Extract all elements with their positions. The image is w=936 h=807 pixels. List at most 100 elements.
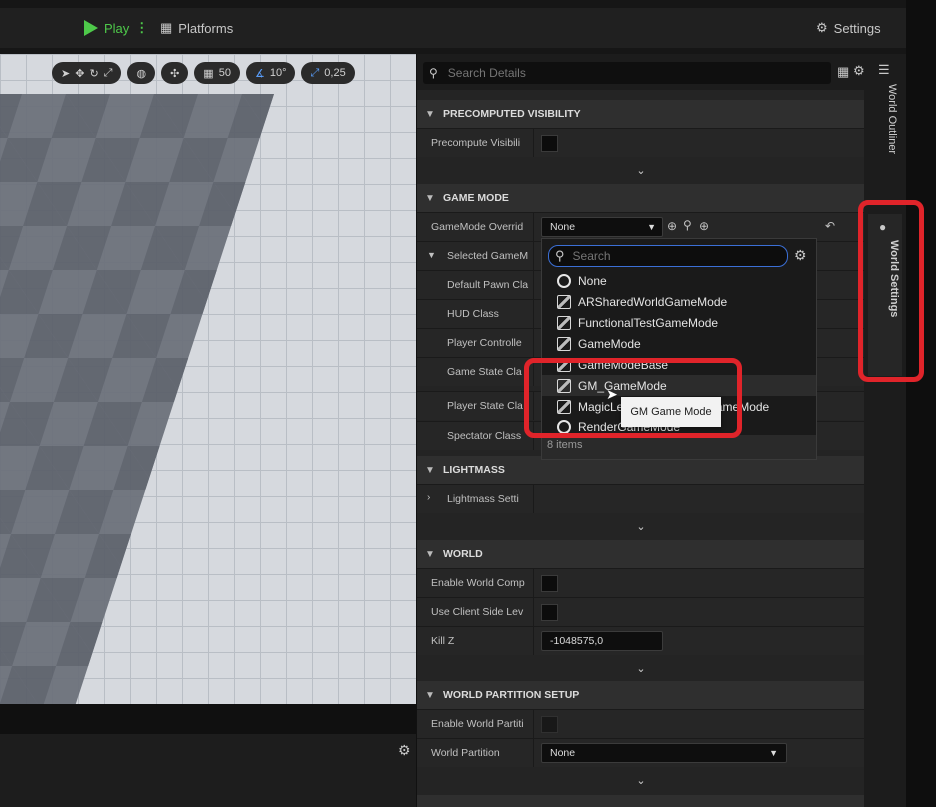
- section-game-mode[interactable]: ▼ GAME MODE: [417, 184, 865, 212]
- row-lightmass-settings[interactable]: › Lightmass Setti: [417, 484, 865, 513]
- blueprint-icon: [557, 315, 571, 330]
- combo-value: None: [550, 221, 576, 233]
- section-title: WORLD PARTITION SETUP: [443, 689, 580, 701]
- use-client-side-checkbox[interactable]: [541, 604, 558, 621]
- row-label: Default Pawn Cla: [447, 279, 529, 291]
- chevron-down-icon: ▼: [647, 222, 656, 232]
- reset-icon[interactable]: ↶: [825, 219, 835, 233]
- scale-icon[interactable]: ⤢: [104, 67, 113, 80]
- scale-snap[interactable]: ⤢ 0,25: [301, 62, 355, 84]
- advanced-expander[interactable]: ⌄: [417, 513, 865, 541]
- globe-icon: ◍: [136, 67, 147, 80]
- play-button[interactable]: Play ⋮: [84, 20, 148, 36]
- enable-world-partition-checkbox[interactable]: [541, 716, 558, 733]
- row-label: Selected GameM: [447, 250, 529, 262]
- world-outliner-tab[interactable]: World Outliner: [872, 84, 898, 214]
- dropdown-item[interactable]: FunctionalTestGameMode: [542, 312, 816, 333]
- side-tab-strip: ☰ World Outliner ● World Settings: [864, 54, 906, 807]
- section-precomputed-visibility[interactable]: ▼ PRECOMPUTED VISIBILITY: [417, 100, 865, 128]
- details-settings-icon[interactable]: ⚙: [853, 63, 865, 79]
- row-label: Precompute Visibili: [431, 137, 521, 149]
- details-search-input[interactable]: [445, 65, 810, 81]
- combo-value: None: [550, 747, 576, 759]
- dropdown-settings-icon[interactable]: ⚙: [794, 247, 807, 264]
- angle-icon: ∡: [254, 67, 265, 80]
- table-view-icon[interactable]: ▦: [837, 64, 849, 80]
- grid-icon: ▦: [203, 67, 214, 80]
- viewport-bottom-strip: [0, 704, 416, 734]
- details-search-box[interactable]: ⚲: [423, 62, 831, 84]
- rotation-snap[interactable]: ∡ 10°: [245, 62, 296, 84]
- row-label: GameMode Overrid: [431, 221, 524, 233]
- dropdown-item[interactable]: GameMode: [542, 333, 816, 354]
- settings-label: Settings: [833, 20, 881, 36]
- dropdown-item[interactable]: ARSharedWorldGameMode: [542, 291, 816, 312]
- section-physics-partial: [417, 795, 865, 807]
- gamemode-override-combo[interactable]: None ▼: [541, 217, 663, 237]
- item-label: FunctionalTestGameMode: [578, 315, 719, 330]
- section-title: PRECOMPUTED VISIBILITY: [443, 108, 581, 120]
- chevron-right-icon: ›: [427, 492, 431, 503]
- chevron-down-icon: ▼: [425, 548, 435, 560]
- platforms-button[interactable]: ▦ Platforms: [160, 20, 233, 36]
- settings-button[interactable]: ⚙ Settings: [816, 20, 881, 36]
- advanced-expander[interactable]: ⌄: [417, 767, 865, 795]
- world-partition-combo[interactable]: None ▼: [541, 743, 787, 763]
- item-label: ARSharedWorldGameMode: [578, 294, 728, 309]
- kill-z-input[interactable]: -1048575,0: [541, 631, 663, 651]
- play-options-icon[interactable]: ⋮: [135, 20, 148, 36]
- browse-icon[interactable]: ⚲: [683, 218, 692, 232]
- grid-snap-value: 50: [218, 67, 231, 79]
- select-icon[interactable]: ➤: [61, 67, 70, 80]
- gear-icon: ⚙: [816, 20, 828, 35]
- circle-icon: [557, 273, 571, 288]
- viewport-toolbar: ➤ ✥ ↻ ⤢ ◍ ✣ ▦ 50 ∡ 10° ⤢ 0,25: [52, 62, 355, 84]
- transform-tools[interactable]: ➤ ✥ ↻ ⤢: [52, 62, 122, 84]
- add-new-icon[interactable]: ⊕: [699, 219, 709, 233]
- dropdown-search-box[interactable]: ⚲: [548, 245, 788, 267]
- chevron-down-icon: ▼: [427, 250, 436, 260]
- world-local-toggle[interactable]: ◍: [127, 62, 156, 84]
- section-title: LIGHTMASS: [443, 464, 505, 476]
- bottom-gear-icon[interactable]: ⚙: [398, 742, 411, 759]
- dropdown-item-count: 8 items: [542, 435, 816, 459]
- grid-snap[interactable]: ▦ 50: [194, 62, 240, 84]
- row-label: World Partition: [431, 747, 500, 759]
- chevron-down-icon: ▼: [425, 464, 435, 476]
- enable-world-comp-checkbox[interactable]: [541, 575, 558, 592]
- advanced-expander[interactable]: ⌄: [417, 157, 865, 185]
- row-kill-z: Kill Z -1048575,0: [417, 626, 865, 655]
- blueprint-icon: [557, 294, 571, 309]
- main-toolbar: Play ⋮ ▦ Platforms ⚙ Settings: [0, 0, 936, 54]
- play-label: Play: [104, 20, 130, 36]
- dropdown-item[interactable]: None: [542, 270, 816, 291]
- row-label: Use Client Side Lev: [431, 606, 524, 618]
- section-title: GAME MODE: [443, 192, 509, 204]
- platforms-icon: ▦: [160, 20, 173, 35]
- dropdown-search-input[interactable]: [570, 248, 775, 264]
- row-gamemode-override: GameMode Overrid None ▼ ⊕ ⚲ ⊕ ↶: [417, 212, 865, 241]
- search-icon: ⚲: [555, 248, 565, 263]
- precompute-visibility-checkbox[interactable]: [541, 135, 558, 152]
- section-lightmass[interactable]: ▼ LIGHTMASS: [417, 456, 865, 484]
- surface-snap-toggle[interactable]: ✣: [161, 62, 189, 84]
- row-label: HUD Class: [447, 308, 499, 320]
- level-viewport[interactable]: ➤ ✥ ↻ ⤢ ◍ ✣ ▦ 50 ∡ 10° ⤢ 0,25: [0, 54, 416, 704]
- section-world-partition-setup[interactable]: ▼ WORLD PARTITION SETUP: [417, 681, 865, 709]
- row-label: Enable World Partiti: [431, 718, 524, 730]
- use-selected-icon[interactable]: ⊕: [667, 219, 677, 233]
- highlight-box-gm-gamemode: [524, 358, 742, 438]
- scale-snap-value: 0,25: [324, 67, 346, 79]
- platforms-label: Platforms: [178, 20, 234, 36]
- item-label: GameMode: [578, 336, 641, 351]
- section-world[interactable]: ▼ WORLD: [417, 540, 865, 568]
- blueprint-icon: [557, 336, 571, 351]
- advanced-expander[interactable]: ⌄: [417, 655, 865, 683]
- row-enable-world-comp: Enable World Comp: [417, 568, 865, 597]
- row-use-client-side: Use Client Side Lev: [417, 597, 865, 626]
- rotate-icon[interactable]: ↻: [89, 67, 98, 80]
- move-icon[interactable]: ✥: [75, 67, 84, 80]
- bottom-panel: ⚙: [0, 734, 416, 807]
- row-enable-world-partition: Enable World Partiti: [417, 709, 865, 738]
- row-label: Kill Z: [431, 635, 455, 647]
